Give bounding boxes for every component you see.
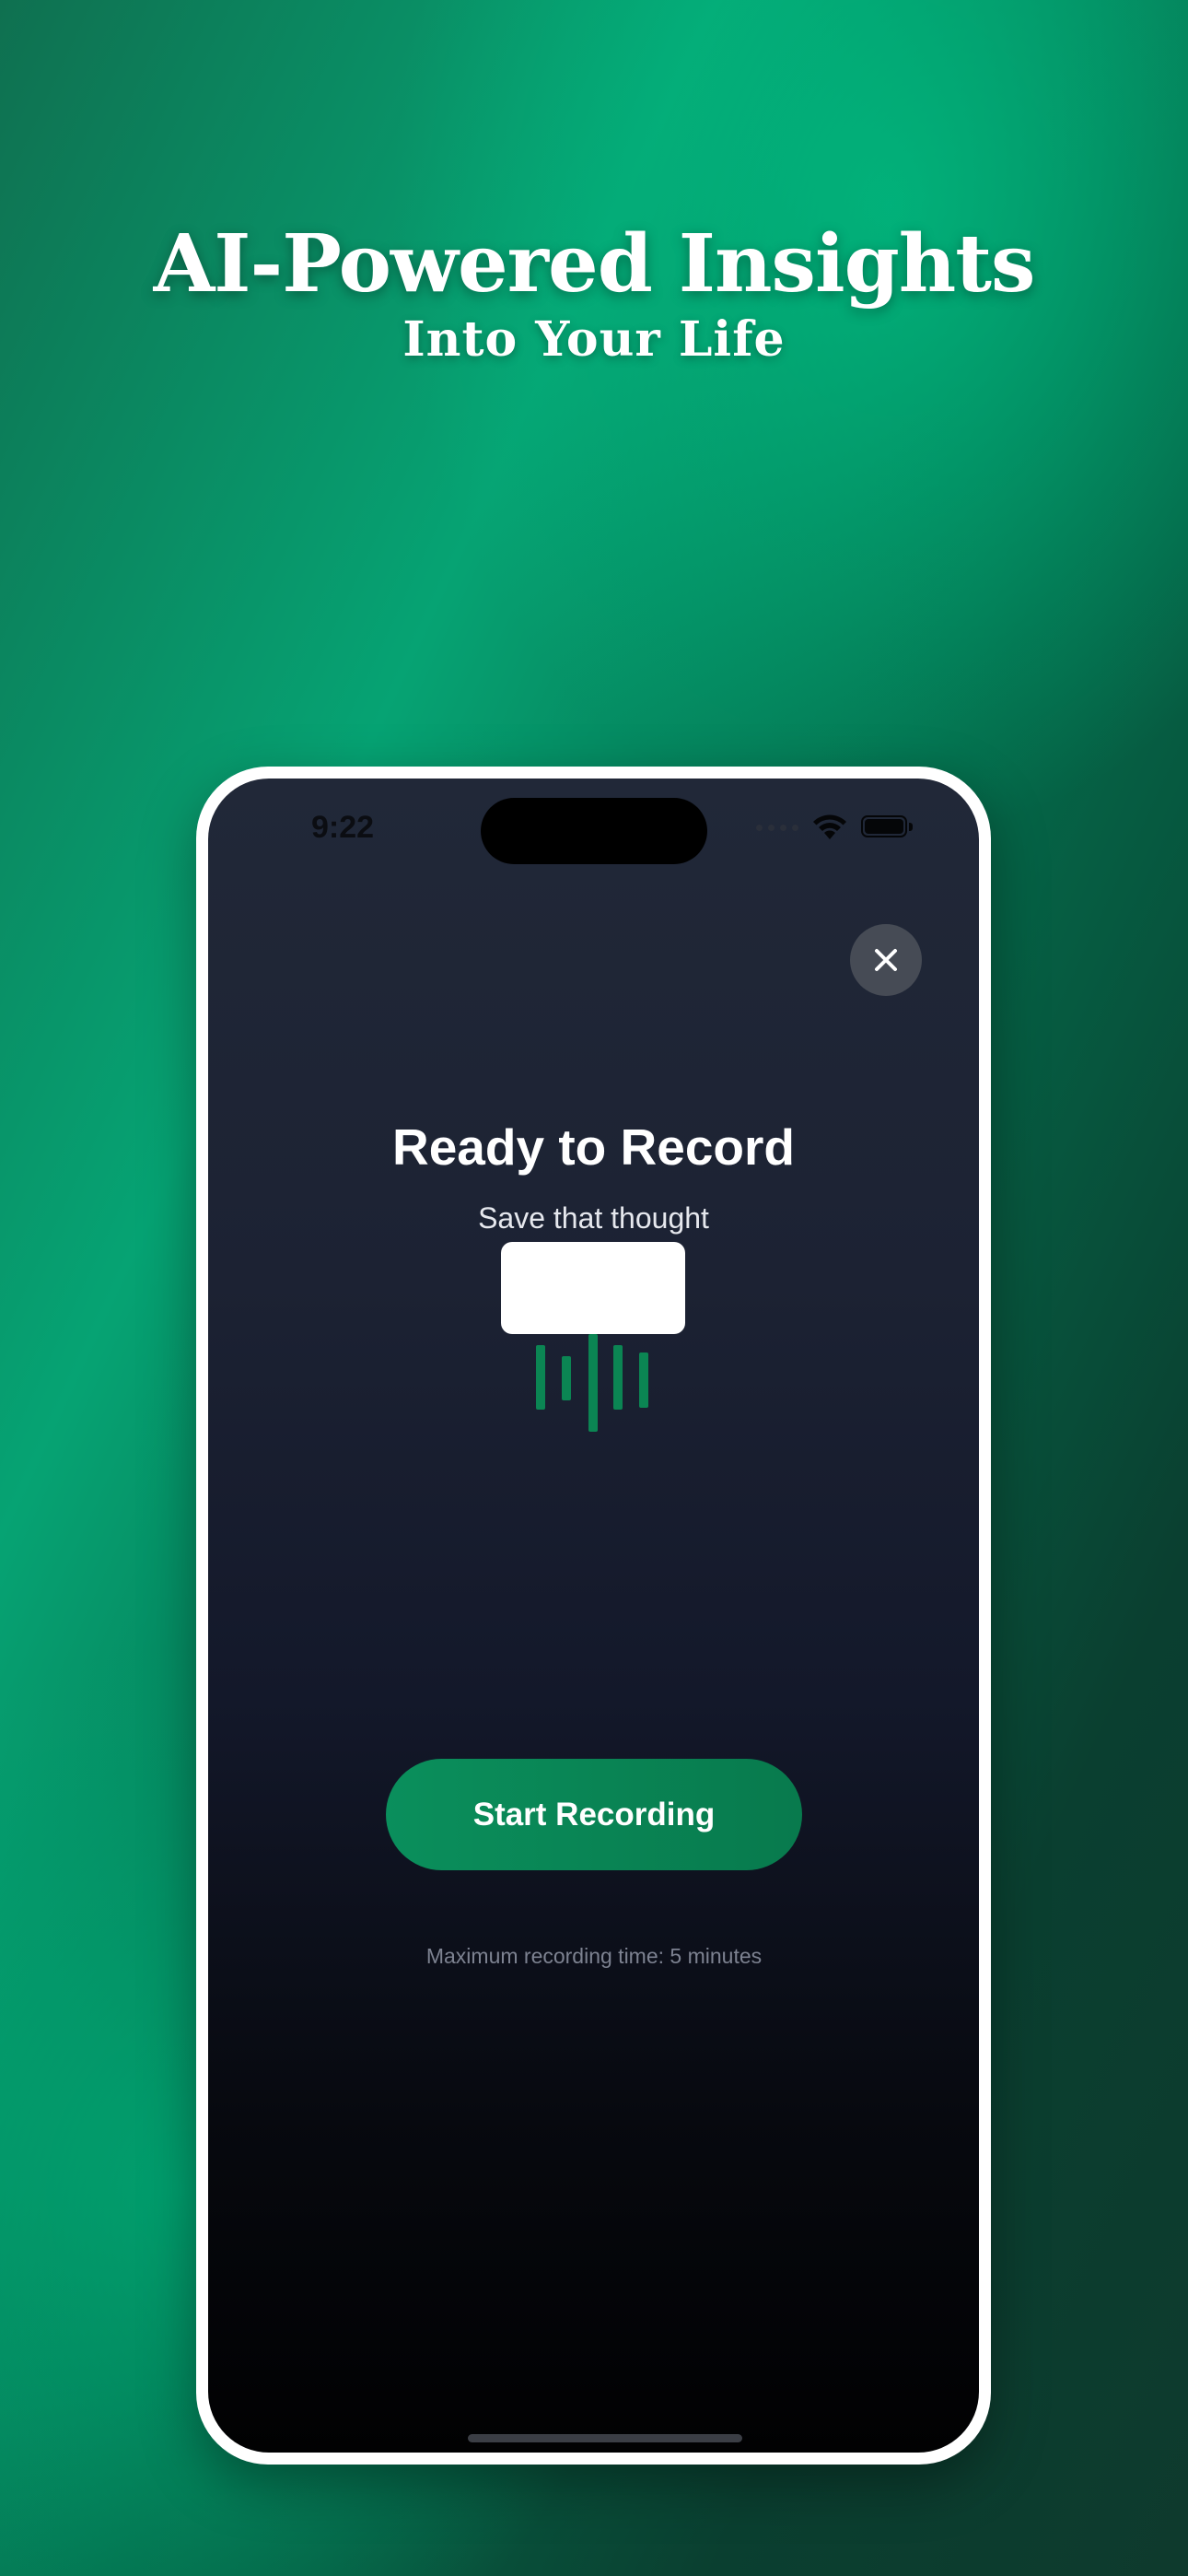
wave-bar [613, 1345, 623, 1410]
wave-bar [536, 1345, 545, 1410]
wave-bar [639, 1352, 648, 1408]
home-indicator [468, 2434, 742, 2442]
microphone-waveform-icon [501, 1242, 685, 1435]
recorder-title: Ready to Record [391, 1118, 796, 1176]
wave-bar [588, 1334, 598, 1432]
mic-card [501, 1242, 685, 1334]
status-time: 9:22 [311, 810, 375, 845]
app-screen: 9:22 [208, 779, 979, 2453]
max-recording-hint: Maximum recording time: 5 minutes [425, 1944, 763, 1968]
marketing-subheadline: Into Your Life [402, 311, 786, 368]
close-button[interactable] [850, 924, 922, 996]
signal-dots-icon [756, 824, 798, 831]
status-icons [756, 814, 914, 841]
wifi-icon [813, 814, 846, 839]
phone-frame: 9:22 [196, 767, 991, 2465]
wave-bar [562, 1356, 571, 1400]
close-icon [875, 949, 897, 971]
dynamic-island [481, 798, 707, 864]
start-recording-button[interactable]: Start Recording [386, 1759, 802, 1870]
marketing-headline: AI-Powered Insights [153, 217, 1036, 310]
battery-icon [861, 815, 914, 839]
recorder-subtitle: Save that thought [478, 1201, 709, 1235]
